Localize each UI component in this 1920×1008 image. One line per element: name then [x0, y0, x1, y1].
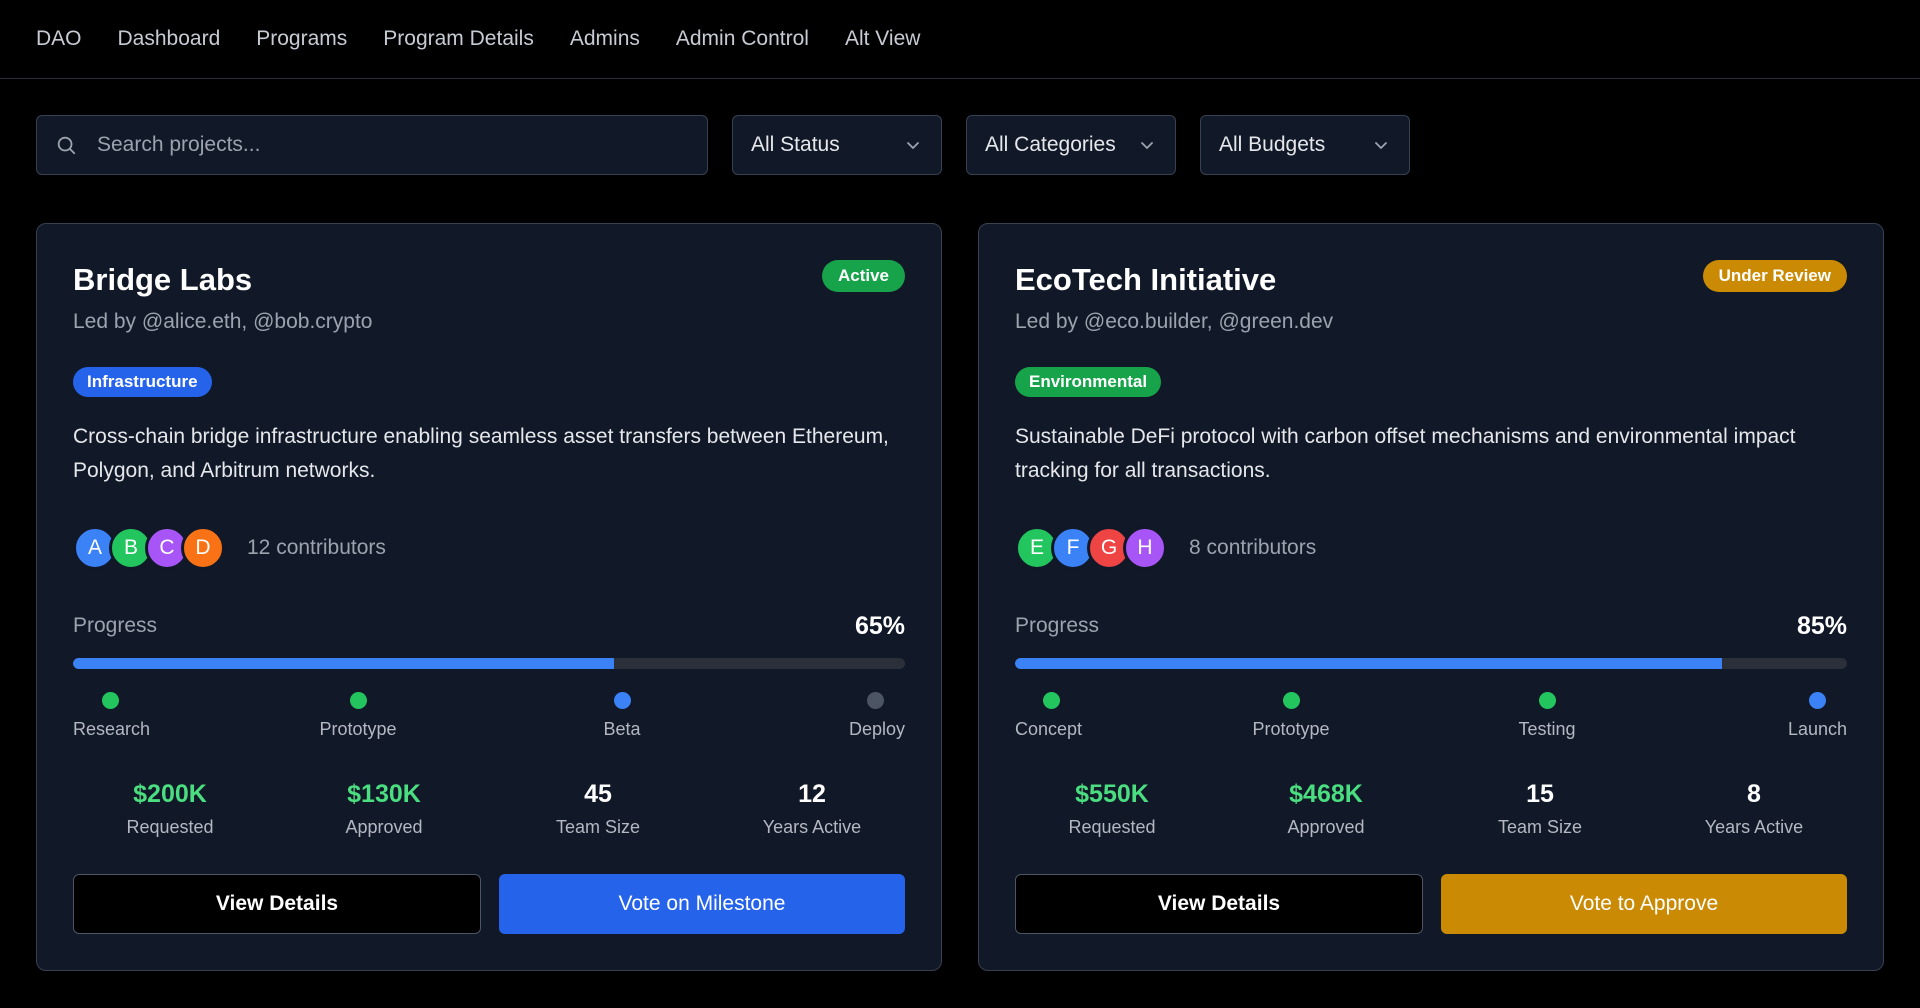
progress-fill [1015, 658, 1723, 669]
stat-value: $200K [133, 780, 207, 808]
milestone-dot [613, 692, 631, 709]
nav-dashboard[interactable]: Dashboard [118, 27, 221, 51]
milestone-label: Prototype [319, 719, 397, 739]
category-filter-value: All Categories [985, 133, 1116, 156]
project-description: Sustainable DeFi protocol with carbon of… [1015, 425, 1796, 482]
milestone-dot [1282, 692, 1300, 709]
chevron-down-icon [907, 142, 919, 149]
project-leads: Led by @eco.builder, @green.dev [1015, 310, 1334, 333]
milestone-beta: Beta [572, 692, 672, 740]
project-title: EcoTech Initiative [1015, 262, 1277, 297]
milestone-label: Prototype [1252, 719, 1330, 739]
stat-label: Approved [1287, 817, 1365, 837]
budget-filter-value: All Budgets [1219, 133, 1326, 156]
status-badge: Active [821, 260, 905, 292]
stat-value: $550K [1075, 780, 1149, 808]
milestone-research: Research [73, 692, 150, 740]
chevron-down-icon [1375, 142, 1387, 149]
milestone-testing: Testing [1472, 692, 1622, 740]
progress-bar [73, 658, 905, 669]
stat-value: $130K [347, 780, 421, 808]
stat-label: Requested [1068, 817, 1156, 837]
chevron-down-icon [1141, 142, 1153, 149]
stat-value: 15 [1526, 780, 1554, 808]
stat-approved: $130K Approved [277, 780, 491, 838]
milestone-deploy: Deploy [849, 692, 905, 740]
nav-admin-control[interactable]: Admin Control [676, 27, 809, 51]
top-nav: DAO Dashboard Programs Program Details A… [0, 0, 1920, 79]
nav-admins[interactable]: Admins [570, 27, 640, 51]
nav-programs[interactable]: Programs [256, 27, 347, 51]
search-box[interactable] [36, 115, 708, 175]
milestone-label: Beta [603, 719, 641, 739]
category-filter[interactable]: All Categories [966, 115, 1176, 175]
milestone-label: Testing [1518, 719, 1576, 739]
contributor-avatars: E F G H 8 contributors [1015, 526, 1316, 570]
milestone-dot [867, 692, 884, 709]
milestone-dot [102, 692, 119, 709]
view-details-button[interactable]: View Details [1015, 874, 1423, 934]
contributor-count: 8 contributors [1189, 536, 1317, 559]
stat-team-size: 15 Team Size [1433, 780, 1647, 838]
progress-value: 85% [1796, 612, 1847, 640]
status-filter-value: All Status [751, 133, 840, 156]
milestone-dot [1538, 692, 1556, 709]
stat-team-size: 45 Team Size [491, 780, 705, 838]
search-input[interactable] [97, 133, 707, 157]
nav-alt-view[interactable]: Alt View [845, 27, 920, 51]
milestone-dot [349, 692, 367, 709]
filter-bar: All Status All Categories All Budgets [36, 115, 1410, 175]
milestone-launch: Launch [1788, 692, 1847, 740]
milestone-label: Concept [1015, 719, 1083, 739]
avatar[interactable]: D [181, 526, 225, 570]
stat-label: Years Active [762, 817, 862, 837]
status-badge: Under Review [1702, 260, 1847, 292]
stat-years-active: 8 Years Active [1647, 780, 1861, 838]
project-leads: Led by @alice.eth, @bob.crypto [73, 310, 373, 333]
view-details-button[interactable]: View Details [73, 874, 481, 934]
stat-label: Team Size [1497, 817, 1583, 837]
milestone-prototype: Prototype [1216, 692, 1366, 740]
progress-value: 65% [854, 612, 905, 640]
stat-requested: $200K Requested [63, 780, 277, 838]
project-card: EcoTech Initiative Under Review Led by @… [978, 223, 1884, 971]
contributor-count: 12 contributors [247, 536, 386, 559]
stat-label: Requested [126, 817, 214, 837]
stat-approved: $468K Approved [1219, 780, 1433, 838]
status-filter[interactable]: All Status [732, 115, 942, 175]
stat-label: Years Active [1704, 817, 1804, 837]
project-title: Bridge Labs [73, 262, 253, 297]
milestone-label: Deploy [848, 719, 905, 739]
category-tag: Infrastructure [73, 367, 212, 397]
contributor-avatars: A B C D 12 contributors [73, 526, 386, 570]
stat-value: $468K [1289, 780, 1363, 808]
milestone-label: Launch [1787, 719, 1847, 739]
progress-label: Progress [73, 614, 158, 637]
stat-value: 45 [584, 780, 612, 808]
stat-label: Team Size [555, 817, 641, 837]
vote-on-milestone-button[interactable]: Vote on Milestone [499, 874, 905, 934]
search-icon [57, 136, 76, 155]
nav-dao[interactable]: DAO [36, 27, 82, 51]
stat-years-active: 12 Years Active [705, 780, 919, 838]
avatar[interactable]: H [1123, 526, 1167, 570]
milestone-prototype: Prototype [283, 692, 433, 740]
progress-label: Progress [1015, 614, 1100, 637]
milestone-dot [1809, 692, 1826, 709]
vote-to-approve-button[interactable]: Vote to Approve [1441, 874, 1847, 934]
milestone-concept: Concept [1015, 692, 1082, 740]
stat-value: 12 [798, 780, 826, 808]
project-card: Bridge Labs Active Led by @alice.eth, @b… [36, 223, 942, 971]
stat-label: Approved [345, 817, 423, 837]
milestone-dot [1043, 692, 1060, 709]
category-tag: Environmental [1015, 367, 1162, 397]
nav-program-details[interactable]: Program Details [383, 27, 534, 51]
project-description: Cross-chain bridge infrastructure enabli… [73, 425, 889, 482]
stat-requested: $550K Requested [1005, 780, 1219, 838]
stat-value: 8 [1747, 780, 1761, 808]
milestone-label: Research [73, 719, 151, 739]
progress-bar [1015, 658, 1847, 669]
budget-filter[interactable]: All Budgets [1200, 115, 1410, 175]
progress-fill [73, 658, 614, 669]
